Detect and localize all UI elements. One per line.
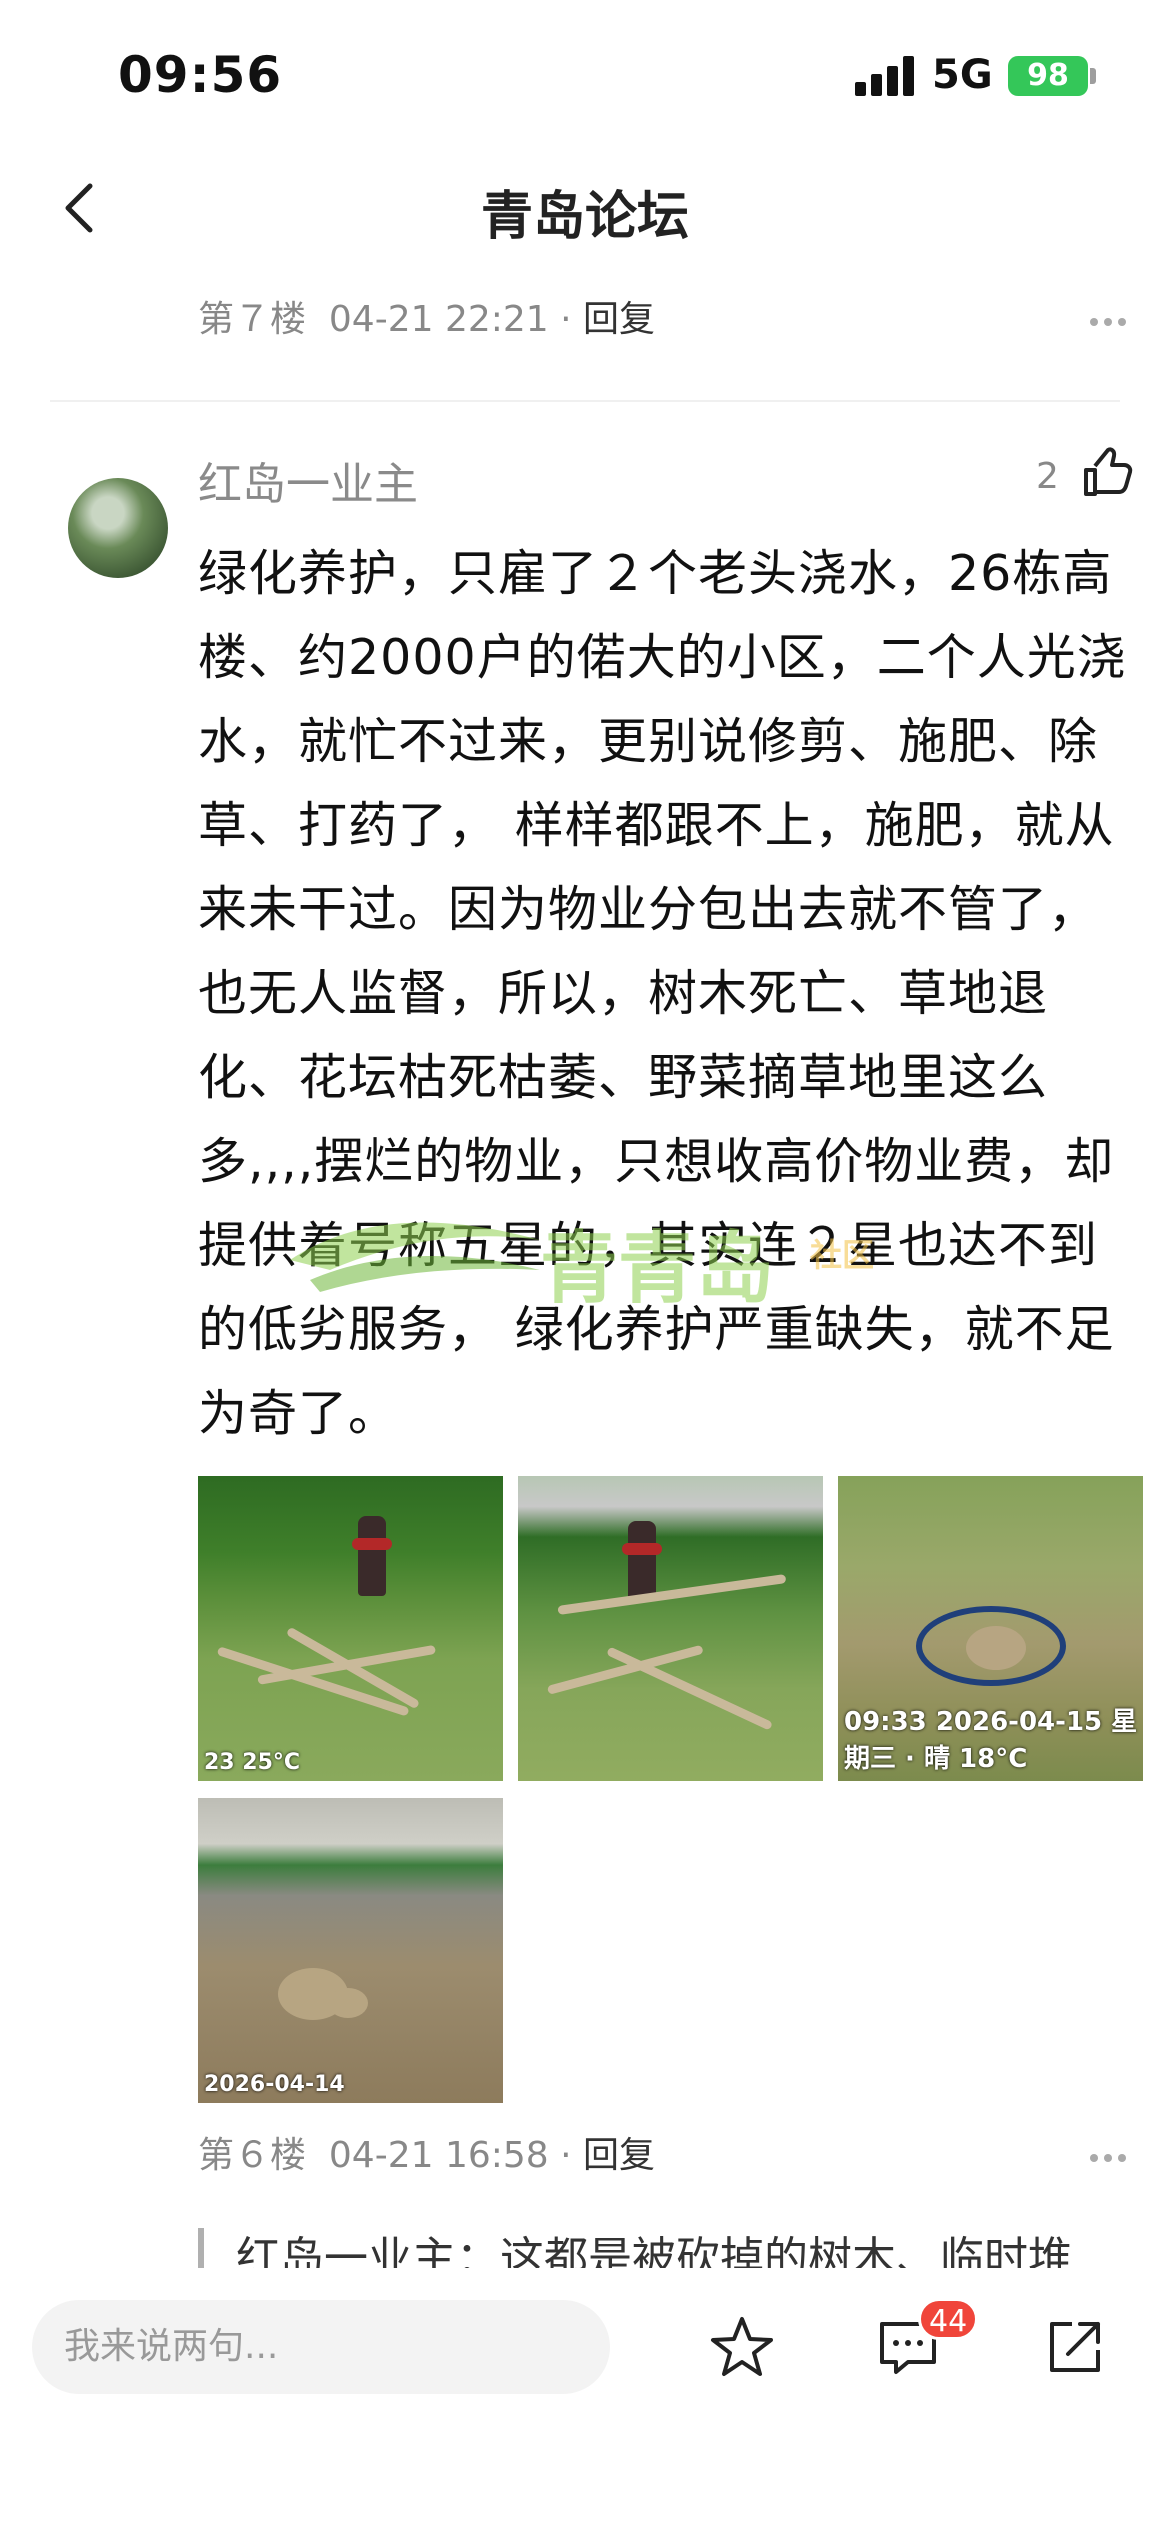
status-bar: 09:56 5G 98 (0, 0, 1170, 150)
comment-count-badge: 44 (918, 2298, 979, 2340)
quote-bar (198, 2228, 204, 2272)
nav-bar: 青岛论坛 (0, 150, 1170, 270)
hydrant (352, 1516, 392, 1596)
post-time: 04-21 22:21 (328, 299, 549, 340)
branch (606, 1646, 774, 1731)
hydrant (622, 1521, 662, 1601)
avatar[interactable] (68, 478, 168, 578)
battery-tip (1090, 68, 1096, 84)
more-icon[interactable] (1090, 2154, 1126, 2164)
floor-number: 第６楼 (198, 2135, 307, 2176)
comment-input[interactable]: 我来说两句... (32, 2300, 610, 2394)
thumbs-up-icon[interactable] (1080, 446, 1134, 500)
like-count: 2 (1036, 456, 1059, 497)
page-title: 青岛论坛 (480, 187, 689, 247)
post-photo-4[interactable]: 2026-04-14 (198, 1798, 503, 2103)
meta-separator: · (548, 2135, 584, 2176)
bottom-action-bar: 我来说两句... 44 (0, 2268, 1170, 2532)
username[interactable]: 红岛一业主 (198, 448, 418, 512)
photo-timestamp: 09:33 2026-04-15 星期三 · 晴 18°C (844, 1707, 1138, 1774)
battery-icon: 98 (1008, 56, 1088, 96)
share-icon[interactable] (1046, 2318, 1104, 2376)
post-body: 绿化养护，只雇了２个老头浇水，26栋高楼、约2000户的偌大的小区，二个人光浇水… (198, 545, 1127, 1442)
post-photo-3[interactable]: 09:33 2026-04-15 星期三 · 晴 18°C (838, 1476, 1143, 1781)
forum-post-page: 09:56 5G 98 青岛论坛 第７楼 04-21 22:21 · 回复 红岛… (0, 0, 1170, 2532)
reply-button[interactable]: 回复 (583, 299, 655, 340)
meta-separator: · (548, 299, 584, 340)
reply-button[interactable]: 回复 (583, 2135, 655, 2176)
tree-stump (328, 1988, 368, 2018)
floor-meta-6: 第６楼 04-21 16:58 · 回复 (198, 2126, 655, 2178)
more-icon[interactable] (1090, 318, 1126, 328)
photo-timestamp: 23 25°C (204, 1750, 301, 1775)
divider (50, 400, 1120, 402)
post-time: 04-21 16:58 (328, 2135, 549, 2176)
star-icon[interactable] (708, 2314, 776, 2382)
network-type: 5G (932, 52, 993, 98)
status-time: 09:56 (118, 46, 283, 104)
post-photo-2[interactable] (518, 1476, 823, 1781)
floor-meta-7: 第７楼 04-21 22:21 · 回复 (198, 290, 655, 342)
photo-timestamp: 2026-04-14 (204, 2072, 345, 2097)
tree-stump (966, 1626, 1026, 1670)
signal-icon (855, 56, 917, 96)
floor-number: 第７楼 (198, 299, 307, 340)
post-photo-1[interactable]: 23 25°C (198, 1476, 503, 1781)
branch (557, 1574, 787, 1615)
